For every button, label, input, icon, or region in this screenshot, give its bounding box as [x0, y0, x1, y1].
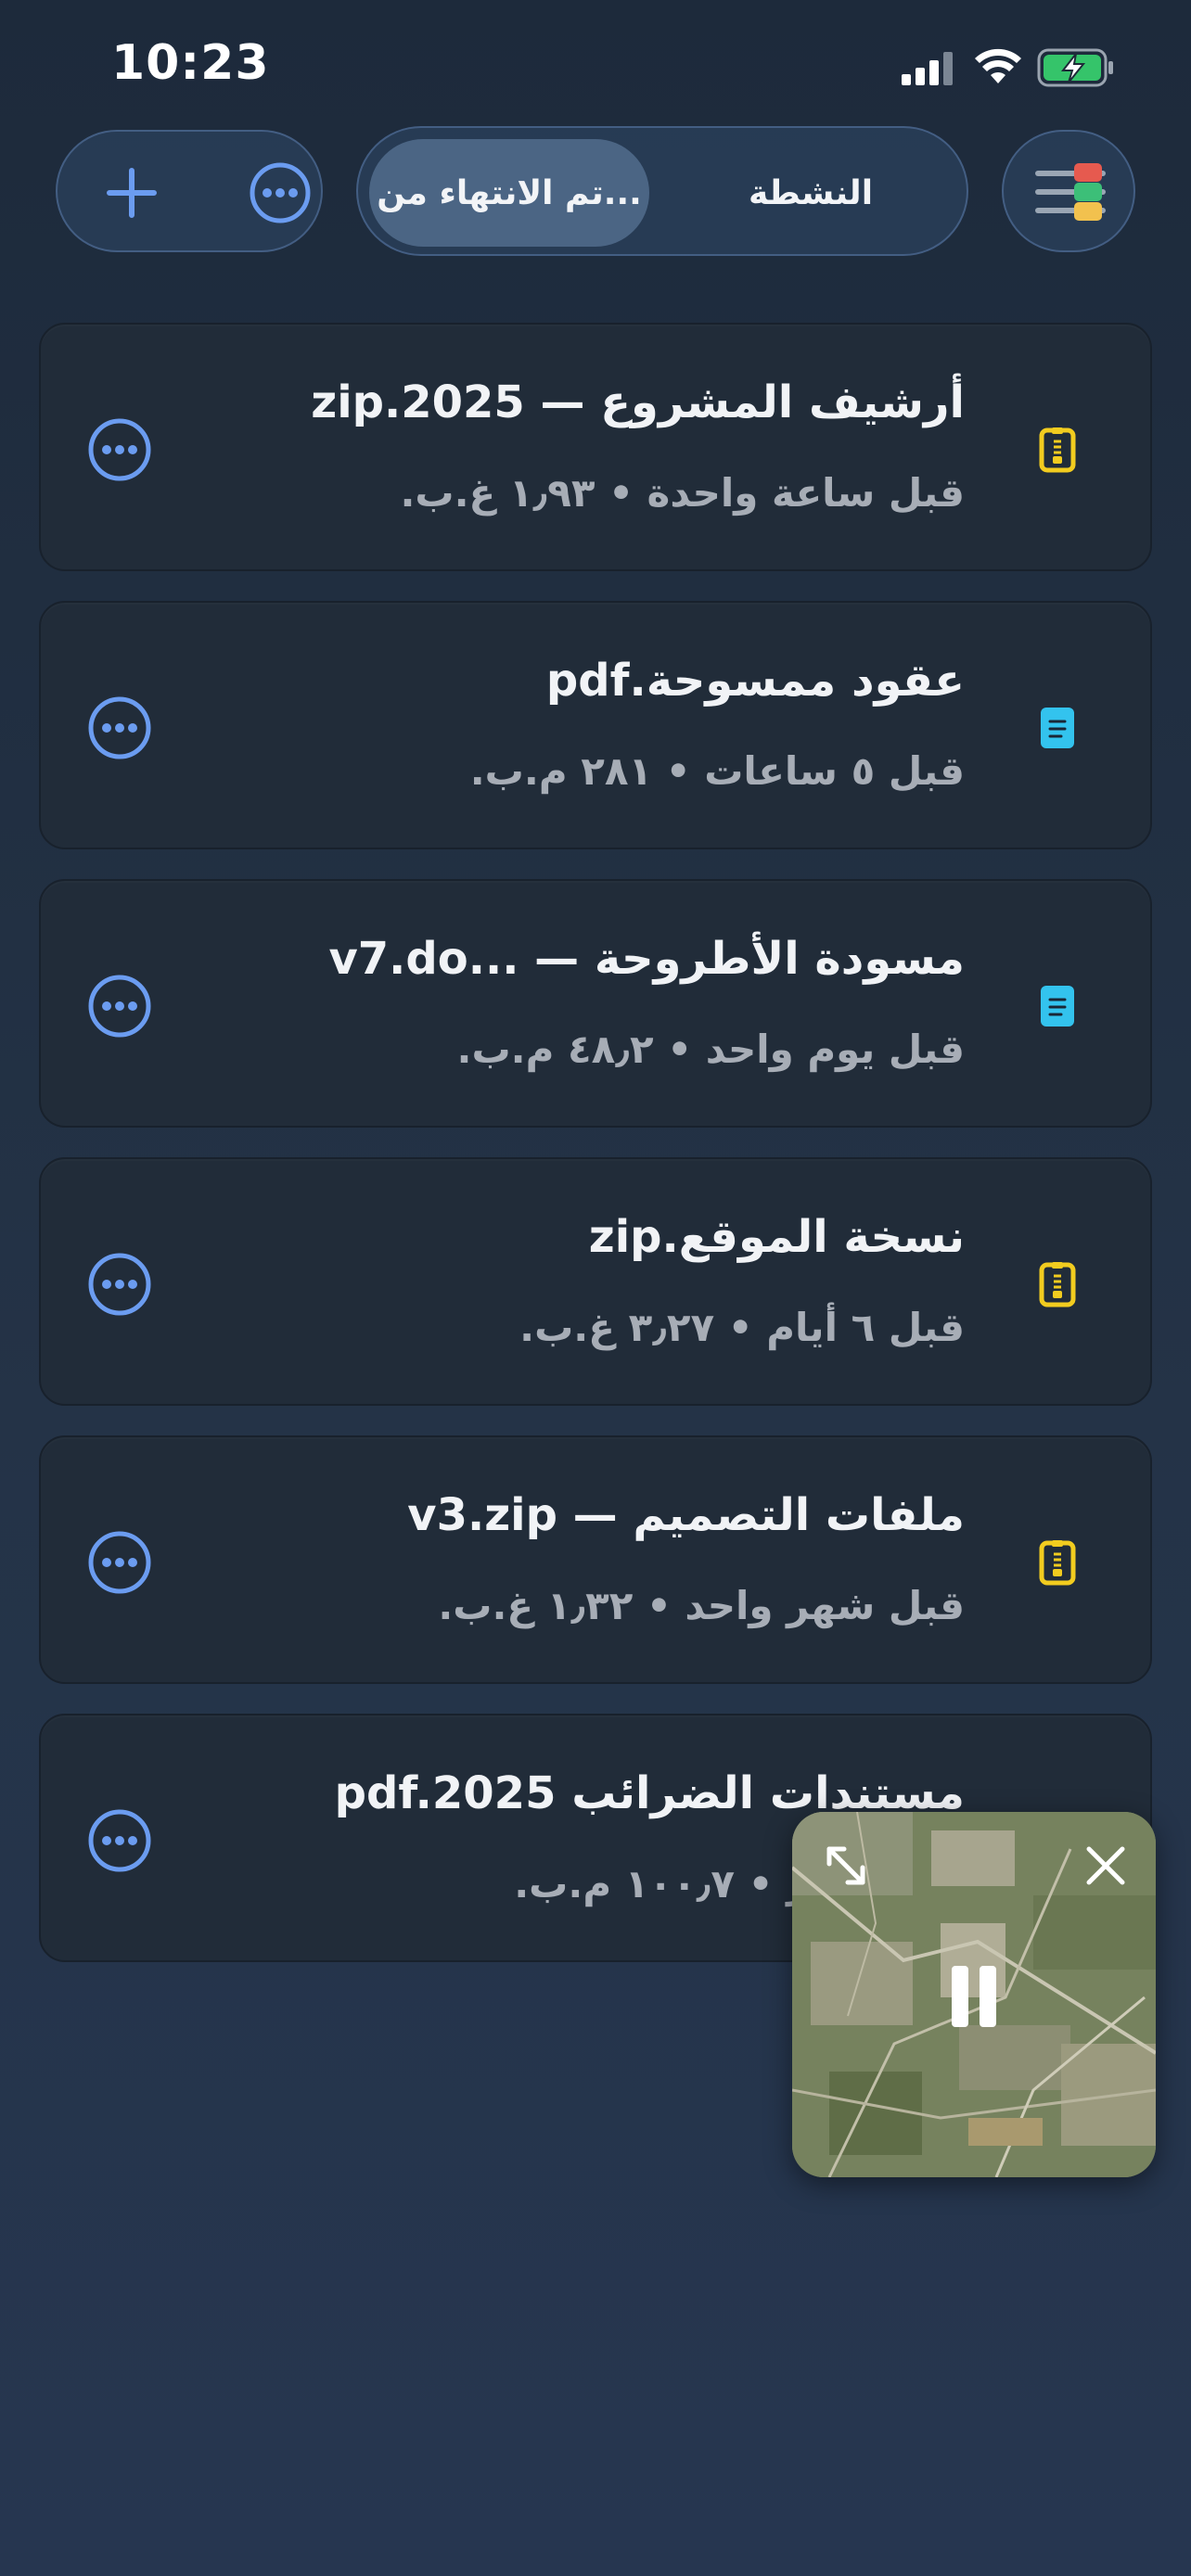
file-text: نسخة الموقع.zip قبل ٦ أيام • ٣٫٢٧ غ.ب. — [204, 1207, 965, 1354]
status-bar: 10:23 — [0, 0, 1191, 139]
actions-pill — [56, 130, 323, 252]
row-more-icon[interactable] — [87, 417, 152, 482]
more-options-button[interactable] — [239, 152, 321, 234]
segment-completed[interactable]: تم الانتهاء من... — [369, 139, 649, 247]
zip-file-icon — [1039, 1262, 1076, 1307]
status-time: 10:23 — [111, 35, 270, 91]
zip-file-icon — [1039, 427, 1076, 473]
row-more-icon[interactable] — [87, 1252, 152, 1317]
file-text: مسودة الأطروحة — ...v7.do قبل يوم واحد •… — [204, 929, 965, 1076]
file-meta: قبل ساعة واحدة • ١٫٩٣ غ.ب. — [400, 470, 965, 516]
segment-active[interactable]: النشطة — [664, 139, 957, 247]
row-more-icon[interactable] — [87, 1530, 152, 1595]
file-row[interactable]: نسخة الموقع.zip قبل ٦ أيام • ٣٫٢٧ غ.ب. — [39, 1157, 1152, 1406]
row-more-icon[interactable] — [87, 695, 152, 760]
close-icon[interactable] — [1082, 1842, 1130, 1890]
file-meta: قبل ٦ أيام • ٣٫٢٧ غ.ب. — [519, 1305, 965, 1350]
cellular-signal-icon — [902, 52, 953, 85]
ellipsis-circle-icon — [250, 162, 311, 223]
row-more-icon[interactable] — [87, 974, 152, 1039]
file-name: ملفات التصميم — v3.zip — [407, 1489, 965, 1541]
picture-in-picture-player[interactable] — [792, 1812, 1156, 2177]
file-row[interactable]: مسودة الأطروحة — ...v7.do قبل يوم واحد •… — [39, 879, 1152, 1128]
row-more-icon[interactable] — [87, 1808, 152, 1873]
screen: 10:23 تم الانتهاء من... النشطة أرشيف الم… — [0, 0, 1191, 2576]
file-name: أرشيف المشروع — zip.2025 — [311, 376, 965, 428]
file-meta: قبل شهر واحد • ١٫٣٢ غ.ب. — [438, 1583, 965, 1628]
battery-charging-icon — [1037, 48, 1113, 87]
file-name: عقود ممسوحة.pdf — [545, 655, 965, 707]
zip-file-icon — [1039, 1540, 1076, 1586]
file-text: ملفات التصميم — v3.zip قبل شهر واحد • ١٫… — [204, 1486, 965, 1632]
plus-icon — [107, 168, 157, 218]
file-name: مسودة الأطروحة — ...v7.do — [328, 933, 965, 985]
expand-icon[interactable] — [820, 1840, 872, 1892]
filter-segmented-control: تم الانتهاء من... النشطة — [356, 126, 968, 256]
document-file-icon — [1041, 986, 1074, 1027]
document-file-icon — [1041, 708, 1074, 748]
colored-list-menu-icon — [1035, 163, 1106, 221]
file-row[interactable]: أرشيف المشروع — zip.2025 قبل ساعة واحدة … — [39, 323, 1152, 571]
file-row[interactable]: ملفات التصميم — v3.zip قبل شهر واحد • ١٫… — [39, 1435, 1152, 1684]
file-meta: قبل ٥ ساعات • ٢٨١ م.ب. — [469, 748, 965, 794]
add-button[interactable] — [91, 152, 173, 234]
file-text: أرشيف المشروع — zip.2025 قبل ساعة واحدة … — [204, 373, 965, 519]
file-meta: قبل يوم واحد • ٤٨٫٢ م.ب. — [456, 1027, 965, 1072]
file-name: نسخة الموقع.zip — [588, 1211, 965, 1263]
file-row[interactable]: عقود ممسوحة.pdf قبل ٥ ساعات • ٢٨١ م.ب. — [39, 601, 1152, 849]
pause-icon[interactable] — [946, 1964, 1002, 2029]
file-text: عقود ممسوحة.pdf قبل ٥ ساعات • ٢٨١ م.ب. — [204, 651, 965, 797]
wifi-icon — [975, 48, 1021, 83]
menu-button[interactable] — [1002, 130, 1135, 252]
